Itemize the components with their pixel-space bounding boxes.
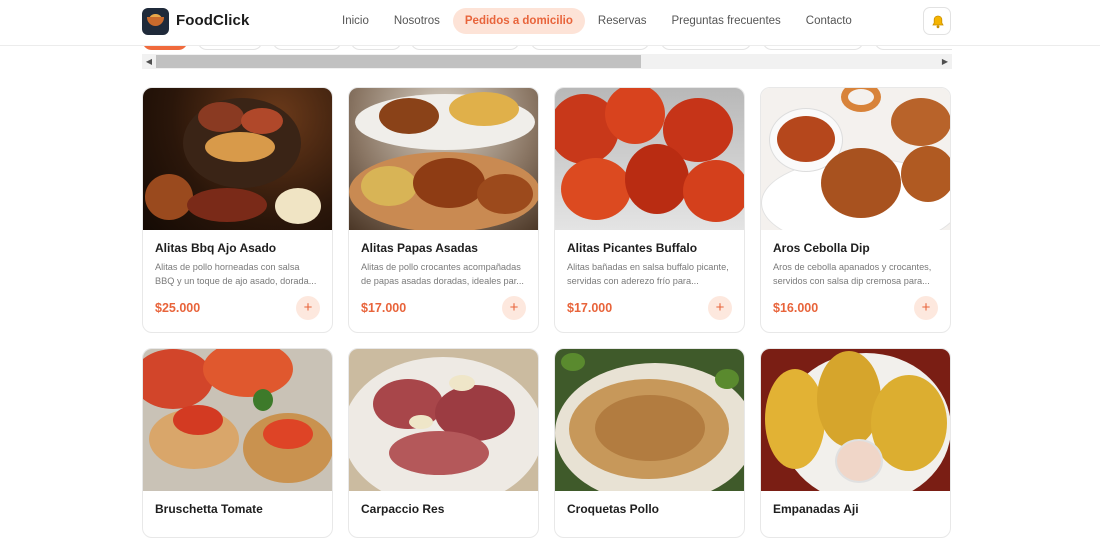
product-description: Aros de cebolla apanados y crocantes, se… — [773, 262, 932, 286]
nav-item-nosotros[interactable]: Nosotros — [382, 8, 452, 34]
add-to-cart-button[interactable]: + — [914, 296, 938, 320]
product-name: Empanadas Aji — [773, 502, 859, 516]
product-price: $17.000 — [567, 301, 613, 315]
triangle-left-icon[interactable]: ◀ — [142, 54, 156, 69]
product-card[interactable]: Bruschetta Tomate — [142, 348, 333, 538]
product-card[interactable]: Carpaccio Res — [348, 348, 539, 538]
product-price: $25.000 — [155, 301, 201, 315]
product-image — [143, 88, 332, 230]
main-nav: Inicio Nosotros Pedidos a domicilio Rese… — [330, 7, 865, 35]
product-name: Alitas Bbq Ajo Asado — [155, 241, 277, 255]
brand-name[interactable]: FoodClick — [176, 12, 249, 29]
product-card[interactable]: Croquetas Pollo — [554, 348, 745, 538]
product-card[interactable]: Aros Cebolla Dip Aros de cebolla apanado… — [760, 87, 951, 333]
product-description: Alitas de pollo crocantes acompañadas de… — [361, 262, 524, 286]
logo-bowl-shape — [147, 17, 164, 26]
product-card[interactable]: Alitas Picantes Buffalo Alitas bañadas e… — [554, 87, 745, 333]
add-to-cart-button[interactable]: + — [502, 296, 526, 320]
scrollbar-thumb[interactable] — [156, 55, 641, 68]
triangle-right-icon[interactable]: ▶ — [938, 54, 952, 69]
product-price: $16.000 — [773, 301, 819, 315]
product-description: Alitas bañadas en salsa buffalo picante,… — [567, 262, 729, 286]
add-to-cart-button[interactable]: + — [296, 296, 320, 320]
product-price: $17.000 — [361, 301, 407, 315]
product-description: Alitas de pollo horneadas con salsa BBQ … — [155, 262, 317, 286]
product-image — [555, 349, 744, 491]
product-image — [555, 88, 744, 230]
nav-item-reservas[interactable]: Reservas — [586, 8, 659, 34]
product-card[interactable]: Alitas Bbq Ajo Asado Alitas de pollo hor… — [142, 87, 333, 333]
bell-icon — [932, 15, 944, 29]
nav-item-pedidos-a-domicilio[interactable]: Pedidos a domicilio — [452, 8, 585, 34]
brand-logo[interactable] — [142, 8, 169, 35]
product-image — [349, 349, 538, 491]
product-image — [143, 349, 332, 491]
product-name: Carpaccio Res — [361, 502, 445, 516]
product-image — [761, 349, 950, 491]
nav-item-inicio[interactable]: Inicio — [330, 8, 381, 34]
nav-item-preguntas-frecuentes[interactable]: Preguntas frecuentes — [659, 8, 792, 34]
product-name: Alitas Picantes Buffalo — [567, 241, 698, 255]
horizontal-scrollbar[interactable]: ◀ ▶ — [142, 54, 952, 69]
product-name: Bruschetta Tomate — [155, 502, 263, 516]
product-name: Aros Cebolla Dip — [773, 241, 870, 255]
product-image — [761, 88, 950, 230]
top-navbar: FoodClick Inicio Nosotros Pedidos a domi… — [0, 0, 1100, 46]
nav-item-contacto[interactable]: Contacto — [794, 8, 864, 34]
product-image — [349, 88, 538, 230]
add-to-cart-button[interactable]: + — [708, 296, 732, 320]
product-card[interactable]: Empanadas Aji — [760, 348, 951, 538]
product-name: Croquetas Pollo — [567, 502, 660, 516]
product-card[interactable]: Alitas Papas Asadas Alitas de pollo croc… — [348, 87, 539, 333]
product-name: Alitas Papas Asadas — [361, 241, 478, 255]
notifications-button[interactable] — [923, 7, 951, 35]
